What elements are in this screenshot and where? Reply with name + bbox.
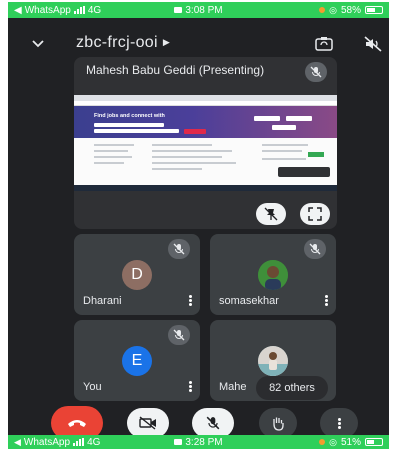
mic-toggle-button[interactable] [192, 408, 234, 438]
participant-name: You [83, 381, 102, 393]
camera-toggle-button[interactable] [127, 408, 169, 438]
mic-off-icon [168, 239, 190, 259]
shared-screen-headline: Find jobs and connect with [94, 113, 165, 119]
avatar [258, 346, 288, 376]
status-time: 3:08 PM [185, 4, 223, 16]
hang-up-icon [68, 420, 86, 427]
participant-name: Mahe [219, 381, 247, 393]
mic-off-icon [304, 239, 326, 259]
avatar: E [122, 346, 152, 376]
camera-off-icon [139, 416, 156, 430]
avatar: D [122, 260, 152, 290]
signal-icon [73, 6, 85, 14]
status-time: 3:28 PM [185, 436, 223, 448]
location-icon: ◎ [329, 4, 337, 15]
meeting-code[interactable]: zbc-frcj-ooi ▶ [76, 34, 170, 52]
participant-tile[interactable]: somasekhar [210, 234, 336, 315]
camera-status-icon [174, 438, 183, 445]
battery-icon [365, 438, 383, 446]
speaker-off-icon[interactable] [363, 36, 383, 52]
fullscreen-icon[interactable] [300, 203, 330, 225]
status-app-name: WhatsApp [23, 436, 71, 448]
status-network: 4G [87, 4, 102, 16]
participant-tile[interactable]: E You [74, 320, 200, 401]
participant-name: somasekhar [219, 295, 279, 307]
presenter-name: Mahesh Babu Geddi (Presenting) [86, 63, 265, 77]
participant-tile[interactable]: D Dharani [74, 234, 200, 315]
shared-screen-banner: Find jobs and connect with [74, 106, 337, 138]
meet-window: ◀ WhatsApp 4G 3:08 PM ◎ 58% zbc-frcj-ooi… [8, 2, 389, 449]
location-icon: ◎ [329, 436, 337, 447]
camera-status-icon [174, 6, 183, 13]
status-bar-top: ◀ WhatsApp 4G 3:08 PM ◎ 58% [8, 2, 389, 18]
chevron-down-icon[interactable] [32, 38, 44, 50]
back-arrow-icon[interactable]: ◀ [14, 437, 21, 448]
battery-icon [365, 6, 383, 14]
more-vert-icon[interactable] [325, 295, 328, 306]
meeting-code-text: zbc-frcj-ooi [76, 34, 158, 51]
participant-name: Dharani [83, 295, 122, 307]
others-count-pill[interactable]: 82 others [256, 376, 328, 400]
signal-icon [73, 438, 85, 446]
status-bar-bottom: ◀ WhatsApp 4G 3:28 PM ◎ 51% [8, 435, 389, 449]
status-app-name: WhatsApp [24, 4, 71, 16]
status-network: 4G [87, 436, 101, 448]
presenter-tile[interactable]: Mahesh Babu Geddi (Presenting) Find jobs… [74, 57, 337, 229]
flip-camera-icon[interactable] [314, 36, 334, 52]
status-battery: 51% [340, 436, 361, 448]
more-vert-icon[interactable] [189, 381, 192, 392]
pin-off-icon[interactable] [256, 203, 286, 225]
more-options-button[interactable] [320, 408, 358, 438]
avatar [258, 260, 288, 290]
more-vert-icon[interactable] [189, 295, 192, 306]
raise-hand-icon [273, 417, 284, 431]
shared-screen: Find jobs and connect with [74, 95, 337, 191]
mic-off-icon [206, 416, 220, 430]
status-battery: 58% [340, 4, 361, 16]
back-arrow-icon[interactable]: ◀ [14, 5, 22, 16]
caret-right-icon: ▶ [162, 37, 171, 47]
recording-dot-icon [319, 439, 326, 445]
raise-hand-button[interactable] [259, 408, 297, 438]
mic-off-icon [305, 62, 327, 82]
recording-dot-icon [319, 7, 326, 13]
mic-off-icon [168, 325, 190, 345]
more-vert-icon [337, 417, 341, 429]
